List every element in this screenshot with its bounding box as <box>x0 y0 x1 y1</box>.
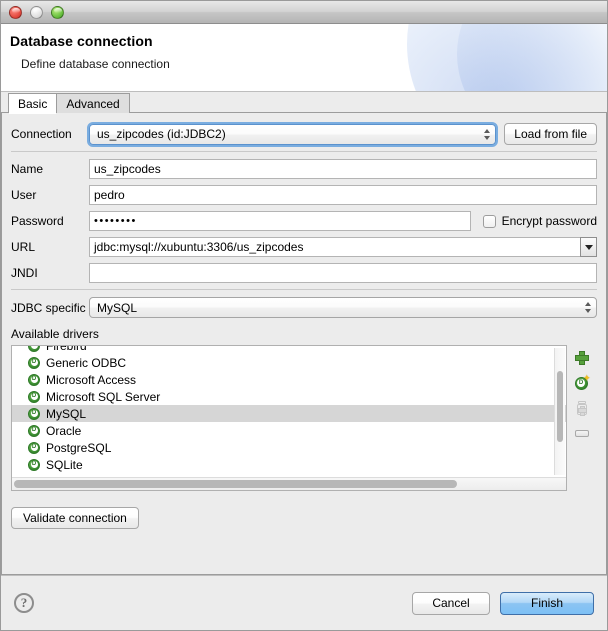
list-item[interactable]: D Firebird <box>12 346 566 354</box>
validate-connection-button[interactable]: Validate connection <box>11 507 139 529</box>
drivers-toolbar: D ✦ <box>567 345 597 442</box>
dialog-header: Database connection Define database conn… <box>1 24 607 92</box>
list-item[interactable]: D SQLite <box>12 456 566 473</box>
chevron-updown-icon <box>580 298 596 317</box>
drivers-vertical-scrollbar[interactable] <box>554 348 565 475</box>
encrypt-password-label: Encrypt password <box>502 214 597 228</box>
url-input[interactable]: jdbc:mysql://xubuntu:3306/us_zipcodes <box>89 237 580 257</box>
list-item-label: PostgreSQL <box>46 441 111 455</box>
cancel-button[interactable]: Cancel <box>412 592 490 615</box>
chevron-updown-icon <box>479 125 495 144</box>
list-item[interactable]: D Microsoft Access <box>12 371 566 388</box>
driver-star-icon: D ✦ <box>575 376 590 391</box>
connection-select-value: us_zipcodes (id:JDBC2) <box>97 127 226 141</box>
driver-icon: D <box>28 346 40 352</box>
jndi-label: JNDI <box>11 266 89 280</box>
divider-lower <box>11 289 597 290</box>
jdbc-specific-select[interactable]: MySQL <box>89 297 597 318</box>
list-item-label: Generic ODBC <box>46 356 126 370</box>
tab-bar: Basic Advanced <box>1 92 607 113</box>
name-input[interactable]: us_zipcodes <box>89 159 597 179</box>
encrypt-password-checkbox[interactable]: Encrypt password <box>483 214 597 228</box>
jdbc-specific-value: MySQL <box>97 301 137 315</box>
driver-icon: D <box>28 357 40 369</box>
minimize-window-button[interactable] <box>30 6 43 19</box>
jndi-row: JNDI <box>11 263 597 283</box>
list-item[interactable]: D Oracle <box>12 422 566 439</box>
page-subtitle: Define database connection <box>21 57 170 71</box>
connection-row: Connection us_zipcodes (id:JDBC2) Load f… <box>11 123 597 145</box>
chevron-down-icon <box>585 245 593 250</box>
drivers-area: D Firebird D Generic ODBC D Microsoft Ac… <box>11 345 597 491</box>
jdbc-specific-row: JDBC specific MySQL <box>11 297 597 318</box>
driver-icon: D <box>28 442 40 454</box>
dialog-footer: ? Cancel Finish <box>1 575 607 630</box>
tab-advanced[interactable]: Advanced <box>56 93 129 113</box>
user-label: User <box>11 188 89 202</box>
available-drivers-label: Available drivers <box>11 327 597 341</box>
list-item[interactable]: D Microsoft SQL Server <box>12 388 566 405</box>
scrollbar-thumb[interactable] <box>14 480 457 488</box>
jndi-input[interactable] <box>89 263 597 283</box>
driver-icon: D <box>28 374 40 386</box>
validate-row: Validate connection <box>11 507 597 529</box>
drivers-list-viewport: D Firebird D Generic ODBC D Microsoft Ac… <box>12 346 566 477</box>
password-row: Password •••••••• Encrypt password <box>11 211 597 231</box>
add-driver-button[interactable] <box>573 349 591 367</box>
list-item-label: Oracle <box>46 424 81 438</box>
password-input[interactable]: •••••••• <box>89 211 471 231</box>
remove-driver-button[interactable] <box>573 424 591 442</box>
list-item[interactable]: D PostgreSQL <box>12 439 566 456</box>
divider <box>11 151 597 152</box>
basic-tab-panel: Connection us_zipcodes (id:JDBC2) Load f… <box>1 113 607 575</box>
load-from-file-button[interactable]: Load from file <box>504 123 597 145</box>
scrollbar-thumb[interactable] <box>557 371 563 442</box>
jdbc-specific-label: JDBC specific <box>11 301 89 315</box>
password-group: •••••••• Encrypt password <box>89 211 597 231</box>
header-decoration-secondary-icon <box>457 24 607 92</box>
footer-buttons: Cancel Finish <box>412 592 594 615</box>
green-plus-icon <box>575 351 589 365</box>
driver-icon: D <box>28 408 40 420</box>
zoom-window-button[interactable] <box>51 6 64 19</box>
drivers-horizontal-scrollbar[interactable] <box>12 477 566 490</box>
checkbox-box-icon <box>483 215 496 228</box>
driver-icon: D <box>28 391 40 403</box>
driver-icon: D <box>28 425 40 437</box>
connection-label: Connection <box>11 127 89 141</box>
url-dropdown-button[interactable] <box>580 237 597 257</box>
list-item[interactable]: D Generic ODBC <box>12 354 566 371</box>
page-title: Database connection <box>10 33 153 49</box>
jar-plus-icon <box>575 401 589 416</box>
driver-icon: D <box>28 459 40 471</box>
user-input[interactable]: pedro <box>89 185 597 205</box>
finish-button[interactable]: Finish <box>500 592 594 615</box>
url-group: jdbc:mysql://xubuntu:3306/us_zipcodes <box>89 237 597 257</box>
connection-select[interactable]: us_zipcodes (id:JDBC2) <box>89 124 496 145</box>
list-item-label: SQLite <box>46 458 83 472</box>
url-row: URL jdbc:mysql://xubuntu:3306/us_zipcode… <box>11 237 597 257</box>
minus-icon <box>575 430 589 437</box>
window-controls <box>9 6 64 19</box>
list-item-selected[interactable]: D MySQL <box>12 405 566 422</box>
name-row: Name us_zipcodes <box>11 159 597 179</box>
drivers-list-items: D Firebird D Generic ODBC D Microsoft Ac… <box>12 346 566 473</box>
password-label: Password <box>11 214 89 228</box>
new-driver-button[interactable]: D ✦ <box>573 374 591 392</box>
list-item-label: Firebird <box>46 346 87 353</box>
help-icon[interactable]: ? <box>14 593 34 613</box>
add-jar-button[interactable] <box>573 399 591 417</box>
url-label: URL <box>11 240 89 254</box>
list-item-label: Microsoft SQL Server <box>46 390 160 404</box>
window-titlebar <box>1 1 607 24</box>
list-item-label: Microsoft Access <box>46 373 136 387</box>
name-label: Name <box>11 162 89 176</box>
tab-basic[interactable]: Basic <box>8 93 57 113</box>
available-drivers-list[interactable]: D Firebird D Generic ODBC D Microsoft Ac… <box>11 345 567 491</box>
user-row: User pedro <box>11 185 597 205</box>
list-item-label: MySQL <box>46 407 86 421</box>
close-window-button[interactable] <box>9 6 22 19</box>
database-connection-dialog: Database connection Define database conn… <box>0 0 608 631</box>
